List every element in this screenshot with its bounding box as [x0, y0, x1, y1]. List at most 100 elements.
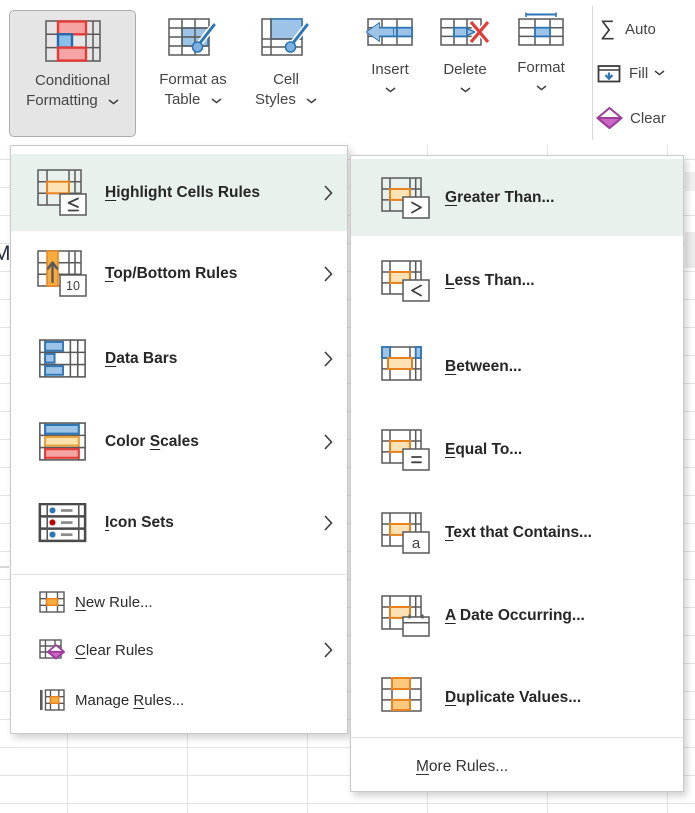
menu-item-clear-rules[interactable]: Clear Rules — [11, 626, 347, 674]
submenu-item-label: Equal To... — [445, 441, 522, 459]
submenu-item-label: Between... — [445, 358, 522, 376]
submenu-arrow-icon — [324, 515, 333, 531]
text-that-contains-icon: a — [381, 512, 437, 554]
submenu-item-label: A Date Occurring... — [445, 607, 585, 625]
ribbon-group-divider — [592, 6, 593, 140]
sheet-row-divider — [0, 566, 9, 568]
eraser-icon — [596, 106, 623, 130]
insert-cells-icon — [365, 18, 415, 50]
menu-item-label: Manage Rules... — [75, 692, 184, 709]
insert-button[interactable]: Insert — [360, 18, 420, 93]
submenu-item-greater-than[interactable]: Greater Than... — [351, 159, 683, 236]
menu-item-label: Clear Rules — [75, 642, 153, 659]
manage-rules-icon — [39, 689, 65, 711]
menu-item-label: New Rule... — [75, 594, 153, 611]
submenu-item-equal-to[interactable]: Equal To... — [351, 408, 683, 492]
svg-text:10: 10 — [66, 279, 80, 293]
clipped-cell-text: M — [0, 242, 11, 266]
menu-item-color-scales[interactable]: Color Scales — [11, 401, 347, 483]
conditional-formatting-icon — [45, 20, 101, 64]
submenu-arrow-icon — [324, 351, 333, 367]
format-cells-icon — [516, 12, 566, 48]
submenu-item-label: Text that Contains... — [445, 524, 592, 542]
button-label: Delete — [443, 60, 486, 80]
between-icon — [381, 346, 437, 388]
conditional-formatting-button[interactable]: Conditional Formatting — [9, 10, 136, 137]
clear-button[interactable]: Clear — [596, 106, 666, 130]
menu-item-label: Data Bars — [105, 350, 177, 368]
format-as-table-icon — [168, 16, 218, 60]
greater-than-icon — [381, 177, 437, 219]
chevron-down-icon — [654, 70, 665, 76]
sheet-shaded-row — [685, 232, 695, 268]
submenu-arrow-icon — [324, 434, 333, 450]
menu-item-label: Highlight Cells Rules — [105, 184, 260, 202]
autosum-button[interactable]: ∑ Auto — [600, 16, 656, 42]
submenu-arrow-icon — [324, 185, 333, 201]
submenu-arrow-icon — [324, 266, 333, 282]
highlight-cells-rules-submenu: Greater Than... Less Than... — [350, 155, 684, 792]
button-label-line2: Table — [164, 91, 200, 108]
button-label: Format — [517, 58, 565, 78]
menu-item-label: Color Scales — [105, 433, 199, 451]
button-label: Fill — [629, 65, 648, 82]
chevron-down-icon — [460, 87, 471, 93]
menu-item-label: Icon Sets — [105, 514, 174, 532]
fill-button[interactable]: Fill — [597, 62, 665, 84]
data-bars-icon — [37, 339, 91, 379]
menu-item-manage-rules[interactable]: Manage Rules... — [11, 674, 347, 726]
chevron-down-icon — [108, 99, 119, 105]
submenu-item-duplicate-values[interactable]: Duplicate Values... — [351, 658, 683, 738]
clear-rules-icon — [39, 639, 65, 661]
chevron-down-icon — [306, 98, 317, 104]
color-scales-icon — [37, 422, 91, 462]
button-label-line1: Format as — [159, 71, 227, 88]
menu-separator — [11, 574, 347, 575]
highlight-cells-rules-icon — [37, 169, 91, 217]
sheet-shaded-row — [685, 172, 695, 191]
button-label: Auto — [625, 21, 656, 38]
button-label: Insert — [371, 60, 409, 80]
menu-item-label: Top/Bottom Rules — [105, 265, 237, 283]
submenu-item-less-than[interactable]: Less Than... — [351, 236, 683, 326]
menu-item-highlight-cells-rules[interactable]: Highlight Cells Rules — [11, 154, 347, 231]
submenu-arrow-icon — [324, 642, 333, 658]
chevron-down-icon — [211, 98, 222, 104]
date-occurring-icon — [381, 595, 437, 637]
menu-item-top-bottom-rules[interactable]: 10 Top/Bottom Rules — [11, 231, 347, 317]
delete-button[interactable]: Delete — [432, 18, 498, 93]
menu-item-new-rule[interactable]: New Rule... — [11, 578, 347, 626]
button-label-line1: Conditional — [35, 72, 110, 89]
chevron-down-icon — [536, 85, 547, 91]
cell-styles-button[interactable]: Cell Styles — [246, 16, 326, 110]
button-label-line1: Cell — [273, 71, 299, 88]
button-label-line2: Formatting — [26, 92, 98, 109]
format-as-table-button[interactable]: Format as Table — [147, 16, 239, 110]
submenu-item-more-rules[interactable]: More Rules... — [351, 742, 683, 792]
ribbon: Conditional Formatting Format as Table — [0, 0, 695, 145]
submenu-item-label: Less Than... — [445, 272, 535, 290]
icon-sets-icon — [37, 503, 91, 543]
submenu-separator — [351, 737, 683, 738]
button-label: Clear — [630, 110, 666, 127]
submenu-item-between[interactable]: Between... — [351, 326, 683, 408]
submenu-item-label: More Rules... — [416, 758, 508, 776]
delete-cells-icon — [440, 18, 490, 50]
chevron-down-icon — [385, 87, 396, 93]
sigma-icon: ∑ — [600, 16, 615, 42]
format-button[interactable]: Format — [506, 12, 576, 91]
svg-text:a: a — [412, 535, 421, 552]
menu-item-data-bars[interactable]: Data Bars — [11, 317, 347, 401]
button-label-line2: Styles — [255, 91, 296, 108]
new-rule-icon — [39, 591, 65, 613]
submenu-item-text-that-contains[interactable]: a Text that Contains... — [351, 492, 683, 574]
submenu-item-label: Greater Than... — [445, 189, 554, 207]
fill-down-icon — [597, 62, 621, 84]
submenu-item-a-date-occurring[interactable]: A Date Occurring... — [351, 574, 683, 658]
conditional-formatting-menu: Highlight Cells Rules 10 Top/Bottom Rule… — [10, 145, 348, 734]
menu-item-icon-sets[interactable]: Icon Sets — [11, 483, 347, 563]
submenu-item-label: Duplicate Values... — [445, 689, 581, 707]
less-than-icon — [381, 260, 437, 302]
duplicate-values-icon — [381, 677, 437, 719]
equal-to-icon — [381, 429, 437, 471]
